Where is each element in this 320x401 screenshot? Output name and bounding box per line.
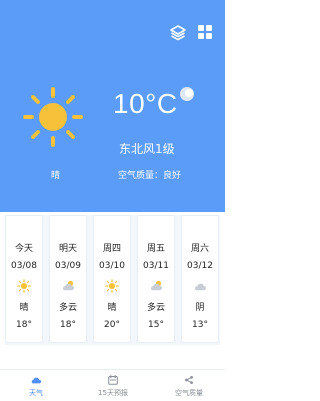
bottom-tab-bar: 天气 15天预报 空气质量: [0, 369, 225, 401]
partly-cloudy-icon: [63, 280, 74, 291]
forecast-card[interactable]: 今天 03/08 晴 18°: [5, 215, 43, 343]
current-temperature: 10°C: [113, 88, 178, 119]
tab-weather[interactable]: 天气: [4, 372, 68, 400]
forecast-card[interactable]: 周五 03/11 多云 15°: [137, 215, 175, 343]
forecast-day: 今天: [14, 244, 33, 254]
air-quality-text: 空气质量：良好: [118, 171, 182, 181]
partly-cloudy-icon: [151, 280, 162, 291]
grid-icon[interactable]: [198, 25, 214, 41]
tab-label: 15天预报: [98, 389, 128, 397]
weather-header: 10°C 东北风1级 晴 空气质量：良好: [0, 0, 225, 212]
sun-icon: [17, 279, 31, 293]
forecast-day: 明天: [58, 244, 77, 254]
wind-text: 东北风1级: [119, 142, 175, 156]
forecast-condition: 阴: [195, 303, 205, 313]
forecast-date: 03/11: [143, 261, 169, 271]
tab-label: 空气质量: [175, 389, 203, 397]
moon-icon: [180, 87, 194, 101]
forecast-condition: 多云: [146, 303, 165, 313]
forecast-date: 03/09: [55, 261, 81, 271]
forecast-date: 03/12: [187, 261, 213, 271]
share-icon: [185, 376, 193, 384]
calendar-icon: [108, 375, 118, 385]
forecast-condition: 多云: [58, 303, 77, 313]
forecast-temp: 20°: [104, 320, 120, 330]
forecast-card[interactable]: 周六 03/12 阴 13°: [181, 215, 219, 343]
forecast-date: 03/08: [11, 261, 37, 271]
cloud-icon: [195, 283, 206, 291]
tab-air-quality[interactable]: 空气质量: [157, 372, 221, 400]
forecast-temp: 13°: [192, 320, 208, 330]
sun-icon: [23, 87, 83, 147]
forecast-card[interactable]: 明天 03/09 多云 18°: [49, 215, 87, 343]
forecast-card[interactable]: 周四 03/10 晴 20°: [93, 215, 131, 343]
forecast-temp: 15°: [148, 320, 164, 330]
sun-icon: [105, 279, 119, 293]
forecast-temp: 18°: [60, 320, 76, 330]
tab-label: 天气: [29, 389, 43, 397]
forecast-date: 03/10: [99, 261, 125, 271]
forecast-day: 周五: [146, 244, 165, 254]
layers-icon[interactable]: [170, 25, 186, 41]
current-condition: 晴: [51, 171, 61, 181]
cloud-icon: [31, 377, 42, 384]
forecast-condition: 晴: [19, 303, 29, 313]
forecast-condition: 晴: [107, 303, 117, 313]
forecast-day: 周六: [190, 244, 209, 254]
forecast-cards: 今天 03/08 晴 18° 明天 03/09 多云 18° 周四 03/10: [5, 215, 220, 345]
tab-15day[interactable]: 15天预报: [81, 372, 145, 400]
forecast-temp: 18°: [16, 320, 32, 330]
forecast-day: 周四: [102, 244, 121, 254]
header-actions: [170, 25, 214, 41]
